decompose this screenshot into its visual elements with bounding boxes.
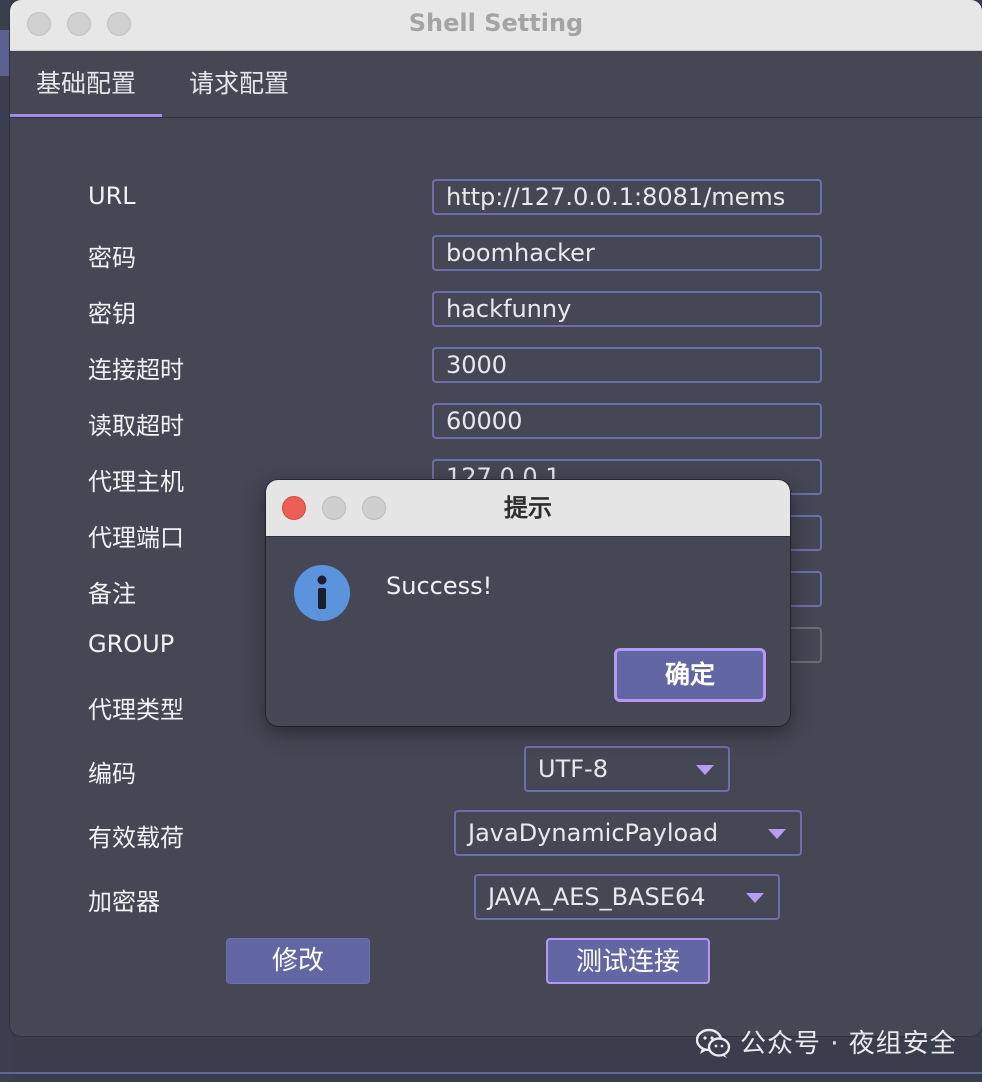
label-proxy-type: 代理类型	[88, 696, 184, 724]
encoding-select[interactable]: UTF-8	[524, 746, 730, 792]
label-payload: 有效载荷	[88, 824, 184, 852]
chevron-down-icon	[746, 893, 764, 903]
label-url: URL	[88, 182, 136, 210]
read-timeout-input[interactable]	[432, 403, 822, 439]
dialog-titlebar[interactable]: 提示	[266, 480, 790, 537]
test-connection-button[interactable]: 测试连接	[546, 938, 710, 984]
encoding-value: UTF-8	[538, 755, 608, 783]
background-window-accent	[0, 30, 10, 76]
dialog-message: Success!	[386, 572, 493, 600]
label-key: 密钥	[88, 300, 136, 328]
label-group: GROUP	[88, 630, 175, 658]
label-proxy-port: 代理端口	[88, 524, 184, 552]
label-password: 密码	[88, 244, 136, 272]
window-title: Shell Setting	[408, 9, 584, 37]
background-divider	[0, 1072, 982, 1074]
tab-request-config[interactable]: 请求配置	[176, 51, 302, 117]
tab-bar: 基础配置 请求配置	[10, 51, 982, 118]
payload-value: JavaDynamicPayload	[468, 819, 719, 847]
modify-button[interactable]: 修改	[226, 938, 370, 984]
key-input[interactable]	[432, 291, 822, 327]
password-input[interactable]	[432, 235, 822, 271]
cryptor-select[interactable]: JAVA_AES_BASE64	[474, 874, 780, 920]
chevron-down-icon	[768, 829, 786, 839]
connect-timeout-input[interactable]	[432, 347, 822, 383]
label-connect-timeout: 连接超时	[88, 356, 184, 384]
wechat-icon	[696, 1028, 731, 1058]
label-proxy-host: 代理主机	[88, 468, 184, 496]
info-dialog: 提示 Success! 确定	[266, 480, 790, 726]
ok-button[interactable]: 确定	[614, 648, 766, 702]
label-read-timeout: 读取超时	[88, 412, 184, 440]
window-titlebar[interactable]: Shell Setting	[10, 0, 982, 51]
info-icon	[294, 565, 350, 621]
watermark-text: 公众号 · 夜组安全	[740, 1029, 957, 1059]
label-encoding: 编码	[88, 760, 136, 788]
label-remark: 备注	[88, 580, 136, 608]
label-cryptor: 加密器	[88, 888, 160, 916]
dialog-title: 提示	[504, 494, 552, 522]
chevron-down-icon	[696, 765, 714, 775]
payload-select[interactable]: JavaDynamicPayload	[454, 810, 802, 856]
tab-basic-config[interactable]: 基础配置	[10, 51, 162, 117]
url-input[interactable]	[432, 179, 822, 215]
cryptor-value: JAVA_AES_BASE64	[488, 883, 706, 911]
